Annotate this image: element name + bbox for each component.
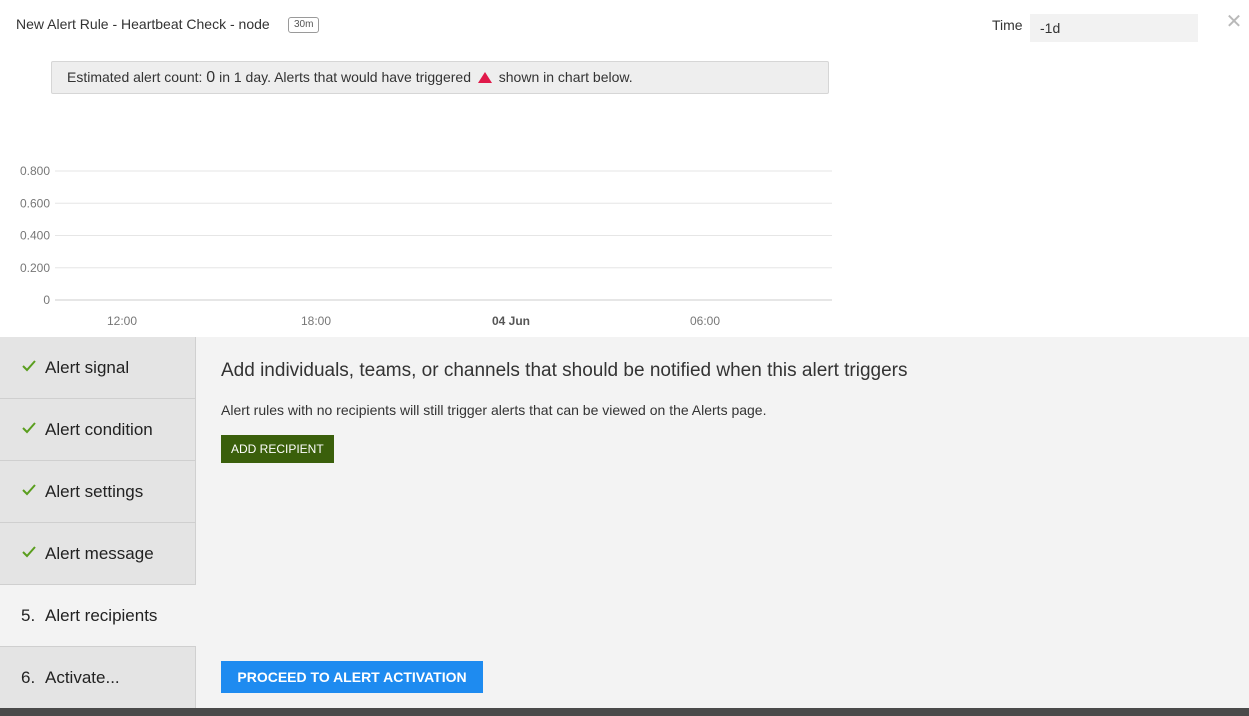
time-label: Time — [992, 17, 1023, 33]
bottom-bar — [0, 708, 1249, 716]
estimate-middle: in 1 day. Alerts that would have trigger… — [219, 69, 471, 85]
x-tick-label: 06:00 — [690, 314, 720, 328]
proceed-to-activation-button[interactable]: PROCEED TO ALERT ACTIVATION — [221, 661, 483, 693]
alert-chart: 0.800 0.600 0.400 0.200 0 12:00 18:00 04 Jun 06:… — [0, 150, 840, 336]
y-tick-label: 0.600 — [20, 196, 50, 210]
estimate-count: 0 — [206, 69, 216, 86]
page-title: New Alert Rule - Heartbeat Check - node — [16, 16, 270, 32]
step-label: Activate... — [45, 668, 120, 687]
time-input[interactable] — [1030, 14, 1198, 42]
close-icon[interactable]: ✕ — [1225, 12, 1243, 32]
estimate-banner: Estimated alert count: 0 in 1 day. Alert… — [51, 61, 829, 94]
modal-header: New Alert Rule - Heartbeat Check - node … — [0, 0, 1249, 50]
check-icon — [22, 360, 36, 372]
check-icon — [22, 546, 36, 558]
y-tick-label: 0 — [43, 293, 50, 307]
x-tick-label: 04 Jun — [492, 314, 530, 328]
y-tick-label: 0.400 — [20, 229, 50, 243]
y-tick-label: 0.800 — [20, 164, 50, 178]
step-alert-condition[interactable]: Alert condition — [0, 399, 196, 461]
steps-sidebar: Alert signal Alert condition Alert setti… — [0, 337, 196, 709]
estimate-suffix: shown in chart below. — [498, 69, 633, 85]
y-tick-label: 0.200 — [20, 261, 50, 275]
step-label: Alert message — [45, 544, 154, 563]
step-alert-message[interactable]: Alert message — [0, 523, 196, 585]
step-label: Alert condition — [45, 420, 153, 439]
check-icon — [22, 422, 36, 434]
recipients-panel: Add individuals, teams, or channels that… — [196, 337, 1249, 708]
triangle-marker-icon — [477, 72, 492, 83]
step-activate[interactable]: 6. Activate... — [0, 647, 196, 709]
step-number: 6. — [21, 668, 36, 687]
step-label: Alert signal — [45, 358, 130, 377]
recipients-subtext: Alert rules with no recipients will stil… — [221, 402, 767, 418]
step-alert-recipients[interactable]: 5. Alert recipients — [0, 585, 196, 647]
step-label: Alert recipients — [45, 606, 158, 625]
step-alert-settings[interactable]: Alert settings — [0, 461, 196, 523]
estimate-prefix: Estimated alert count: — [67, 69, 203, 85]
recipients-heading: Add individuals, teams, or channels that… — [221, 360, 908, 381]
chart-svg: 0.800 0.600 0.400 0.200 0 12:00 18:00 04 Jun 06:… — [20, 164, 832, 328]
step-alert-signal[interactable]: Alert signal — [0, 337, 196, 399]
add-recipient-button[interactable]: ADD RECIPIENT — [221, 435, 334, 463]
interval-badge: 30m — [288, 17, 320, 33]
step-label: Alert settings — [45, 482, 144, 501]
step-number: 5. — [21, 606, 36, 625]
check-icon — [22, 484, 36, 496]
x-tick-label: 12:00 — [107, 314, 137, 328]
x-tick-label: 18:00 — [301, 314, 331, 328]
